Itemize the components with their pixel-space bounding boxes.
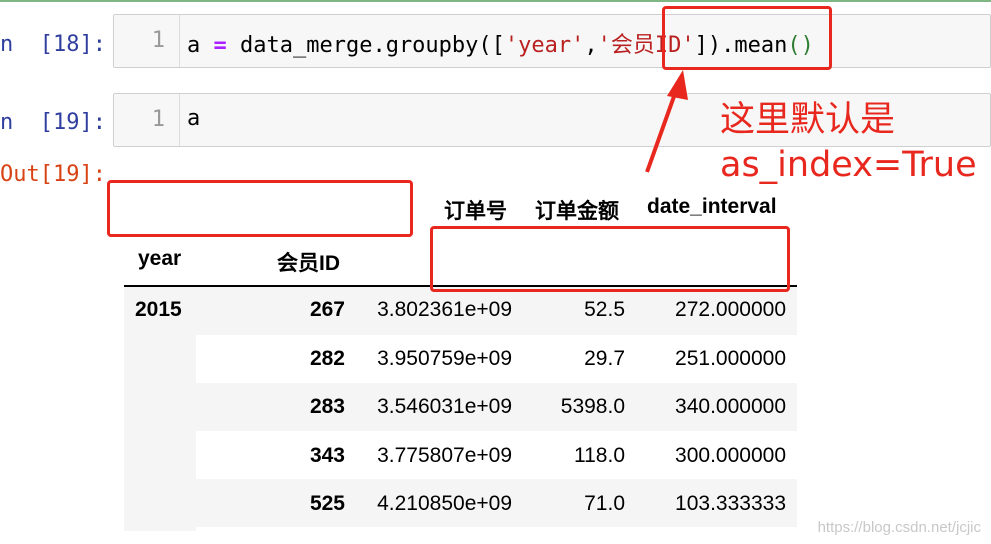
watermark: https://blog.csdn.net/jcjic xyxy=(817,519,981,536)
arrow-head xyxy=(667,70,688,100)
annotation-text-line1: 这里默认是 xyxy=(720,100,896,140)
arrow-shaft xyxy=(645,87,679,173)
annotation-text-line2: as_index=True xyxy=(720,145,977,185)
annotation-arrow xyxy=(645,70,688,173)
